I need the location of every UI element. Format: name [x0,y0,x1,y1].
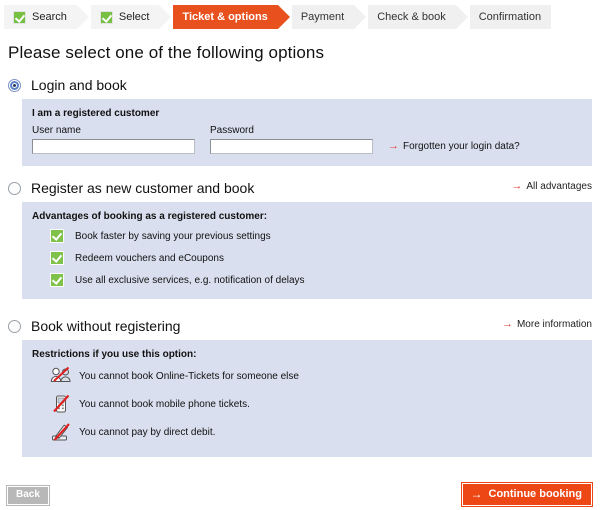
check-icon [13,10,26,24]
password-input[interactable] [210,139,373,154]
forgotten-login-label: Forgotten your login data? [403,141,520,152]
step-label: Check & book [377,11,446,23]
forgotten-login-link[interactable]: → Forgotten your login data? [388,141,520,154]
green-check-icon [50,251,64,265]
list-item-label: Book faster by saving your previous sett… [75,230,271,242]
list-item-label: Use all exclusive services, e.g. notific… [75,274,305,286]
list-item: Book faster by saving your previous sett… [50,228,582,244]
all-advantages-link[interactable]: → All advantages [511,180,592,193]
list-item: Use all exclusive services, e.g. notific… [50,272,582,288]
username-label: User name [32,125,81,136]
advantages-panel: Advantages of booking as a registered cu… [22,202,592,299]
username-field-group: User name [32,125,195,154]
list-item-label: You cannot book Online-Tickets for someo… [79,370,299,382]
option-label: Login and book [31,77,127,93]
advantages-list: Book faster by saving your previous sett… [32,228,582,288]
arrow-right-icon: → [511,180,523,192]
login-panel: I am a registered customer User name Pas… [22,99,592,166]
step-label: Select [118,11,150,23]
step-search[interactable]: Search [4,5,89,29]
no-mobile-phone-icon [50,394,72,414]
option-login-and-book[interactable]: Login and book [8,76,600,94]
arrow-right-icon: → [388,140,399,152]
radio-register-and-book[interactable] [8,181,21,195]
list-item: You cannot pay by direct debit. [50,422,582,442]
option-register-and-book[interactable]: Register as new customer and book → All … [8,179,600,197]
step-check-and-book[interactable]: Check & book [368,5,469,29]
login-panel-title: I am a registered customer [32,108,160,119]
page-title: Please select one of the following optio… [8,43,325,62]
continue-booking-button[interactable]: → Continue booking [461,483,592,506]
back-button[interactable]: Back [7,486,49,505]
continue-booking-label: Continue booking [488,487,582,500]
password-label: Password [210,125,254,136]
arrow-right-icon: → [470,487,483,501]
green-check-icon [50,229,64,243]
option-label: Register as new customer and book [31,180,255,196]
list-item-label: Redeem vouchers and eCoupons [75,252,224,264]
restrictions-panel-title: Restrictions if you use this option: [32,349,197,360]
list-item-label: You cannot book mobile phone tickets. [79,398,250,410]
radio-book-without-registering[interactable] [8,319,21,333]
list-item-label: You cannot pay by direct debit. [79,426,216,438]
progress-steps: Search Select Ticket & options Payment C… [0,5,600,29]
step-confirmation[interactable]: Confirmation [469,5,552,29]
username-input[interactable] [32,139,195,154]
radio-login-and-book[interactable] [8,78,21,92]
step-label: Confirmation [478,11,542,23]
login-form: User name Password → Forgotten your logi… [32,125,582,154]
restrictions-panel: Restrictions if you use this option: You… [22,340,592,457]
option-book-without-registering[interactable]: Book without registering → More informat… [8,317,600,335]
all-advantages-label: All advantages [526,181,592,192]
option-label: Book without registering [31,318,181,334]
step-ticket-and-options[interactable]: Ticket & options [173,5,291,29]
step-label: Ticket & options [182,11,268,23]
step-label: Payment [300,11,345,23]
no-two-people-icon [50,366,72,386]
arrow-right-icon: → [501,318,513,330]
step-payment[interactable]: Payment [291,5,367,29]
list-item: You cannot book mobile phone tickets. [50,394,582,414]
green-check-icon [50,273,64,287]
list-item: You cannot book Online-Tickets for someo… [50,366,582,386]
list-item: Redeem vouchers and eCoupons [50,250,582,266]
step-select[interactable]: Select [90,5,171,29]
restrictions-list: You cannot book Online-Tickets for someo… [32,366,582,442]
check-icon [99,10,113,24]
advantages-panel-title: Advantages of booking as a registered cu… [32,211,268,222]
no-direct-debit-icon [50,422,72,442]
step-label: Search [32,11,67,23]
more-information-link[interactable]: → More information [501,318,592,331]
password-field-group: Password [210,125,373,154]
more-information-label: More information [516,319,592,330]
